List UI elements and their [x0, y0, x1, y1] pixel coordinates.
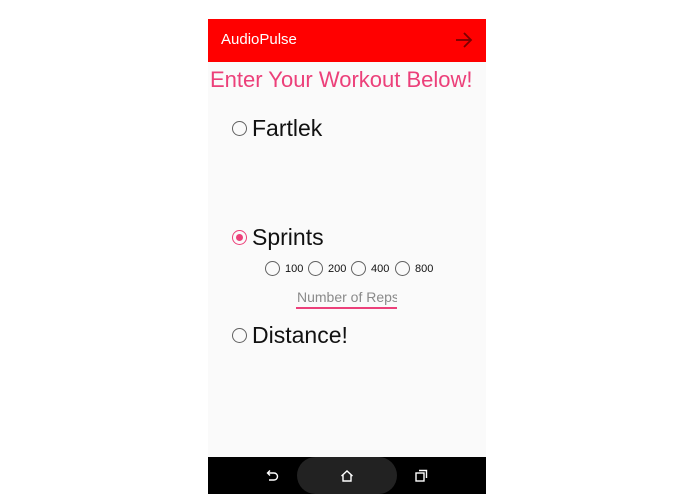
distance-400-radio[interactable] [351, 261, 366, 276]
distance-100-label[interactable]: 100 [285, 263, 303, 275]
distance-radio[interactable] [232, 328, 247, 343]
home-icon[interactable] [339, 468, 355, 484]
fartlek-radio[interactable] [232, 121, 247, 136]
arrow-right-icon[interactable] [454, 30, 474, 50]
distance-800-label[interactable]: 800 [415, 263, 433, 275]
distance-200-label[interactable]: 200 [328, 263, 346, 275]
fartlek-label[interactable]: Fartlek [252, 115, 322, 142]
distance-400-label[interactable]: 400 [371, 263, 389, 275]
app-title: AudioPulse [221, 31, 297, 48]
distance-200-radio[interactable] [308, 261, 323, 276]
sprints-radio[interactable] [232, 230, 247, 245]
reps-input[interactable] [296, 289, 397, 309]
distance-100-radio[interactable] [265, 261, 280, 276]
distance-option-label[interactable]: Distance! [252, 322, 348, 349]
app-bar: AudioPulse [208, 19, 486, 62]
phone-screen: AudioPulse Enter Your Workout Below! Far… [208, 19, 486, 494]
sprints-label[interactable]: Sprints [252, 224, 324, 251]
back-icon[interactable] [264, 468, 280, 484]
system-nav-bar [208, 457, 486, 494]
distance-800-radio[interactable] [395, 261, 410, 276]
page-title: Enter Your Workout Below! [210, 67, 473, 92]
recents-icon[interactable] [413, 468, 429, 484]
